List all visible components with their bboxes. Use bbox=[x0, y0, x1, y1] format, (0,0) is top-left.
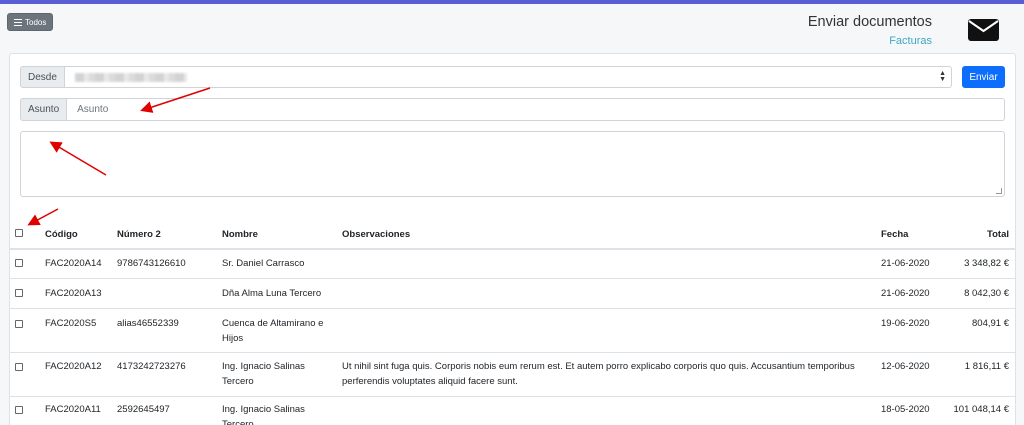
cell-nombre: Ing. Ignacio Salinas Tercero bbox=[222, 361, 305, 387]
todos-button[interactable]: Todos bbox=[7, 13, 54, 31]
row-checkbox[interactable] bbox=[15, 320, 23, 328]
asunto-label: Asunto bbox=[20, 98, 68, 121]
asunto-row: Asunto Asunto bbox=[20, 98, 1005, 121]
cell-nombre: Sr. Daniel Carrasco bbox=[222, 258, 305, 269]
cell-fecha: 21-06-2020 bbox=[881, 288, 930, 299]
select-all-checkbox[interactable] bbox=[15, 229, 23, 237]
enviar-button[interactable]: Enviar bbox=[962, 66, 1005, 88]
select-arrows-icon: ▲ ▼ bbox=[939, 70, 946, 83]
message-textarea[interactable] bbox=[20, 131, 1005, 197]
row-divider bbox=[9, 278, 1016, 279]
cell-fecha: 21-06-2020 bbox=[881, 258, 930, 269]
row-divider bbox=[9, 352, 1016, 353]
cell-numero2: 2592645497 bbox=[117, 404, 170, 415]
col-nombre[interactable]: Nombre bbox=[222, 229, 258, 240]
cell-fecha: 19-06-2020 bbox=[881, 318, 930, 329]
cell-codigo[interactable]: FAC2020A13 bbox=[45, 286, 102, 301]
row-divider bbox=[9, 308, 1016, 309]
cell-codigo[interactable]: FAC2020A12 bbox=[45, 359, 102, 374]
cell-observaciones: Ut nihil sint fuga quis. Corporis nobis … bbox=[342, 361, 855, 387]
row-checkbox[interactable] bbox=[15, 289, 23, 297]
redacted-sender bbox=[74, 73, 187, 82]
cell-numero2: alias46552339 bbox=[117, 318, 179, 329]
page-subtitle[interactable]: Facturas bbox=[889, 35, 932, 47]
col-total[interactable]: Total bbox=[950, 229, 1009, 240]
header-divider bbox=[9, 248, 1016, 250]
col-fecha[interactable]: Fecha bbox=[881, 229, 908, 240]
cell-numero2: 9786743126610 bbox=[117, 258, 186, 269]
cell-total: 3 348,82 € bbox=[964, 258, 1009, 269]
row-checkbox[interactable] bbox=[15, 406, 23, 414]
cell-codigo[interactable]: FAC2020A14 bbox=[45, 256, 102, 271]
resize-grip-icon[interactable] bbox=[996, 188, 1002, 194]
cell-total: 8 042,30 € bbox=[964, 288, 1009, 299]
cell-total: 804,91 € bbox=[972, 318, 1009, 329]
col-codigo[interactable]: Código bbox=[45, 229, 78, 240]
cell-total: 1 816,11 € bbox=[964, 361, 1009, 372]
cell-nombre: Cuenca de Altamirano e Hijos bbox=[222, 318, 324, 344]
row-checkbox[interactable] bbox=[15, 259, 23, 267]
col-observaciones[interactable]: Observaciones bbox=[342, 229, 410, 240]
desde-row: Desde ▲ ▼ bbox=[20, 66, 952, 88]
desde-select[interactable]: ▲ ▼ bbox=[64, 66, 952, 88]
cell-codigo[interactable]: FAC2020A11 bbox=[45, 402, 101, 417]
top-accent-bar bbox=[0, 0, 1024, 4]
cell-nombre: Ing. Ignacio Salinas Tercero bbox=[222, 404, 305, 425]
page-title: Enviar documentos bbox=[807, 14, 932, 30]
col-numero2[interactable]: Número 2 bbox=[117, 229, 161, 240]
cell-codigo[interactable]: FAC2020S5 bbox=[45, 316, 96, 331]
cell-fecha: 12-06-2020 bbox=[881, 361, 930, 372]
row-divider bbox=[9, 396, 1016, 397]
desde-label: Desde bbox=[20, 66, 65, 88]
cell-numero2: 4173242723276 bbox=[117, 361, 186, 372]
asunto-input[interactable]: Asunto bbox=[67, 98, 1005, 121]
todos-label: Todos bbox=[25, 17, 47, 27]
cell-nombre: Dña Alma Luna Tercero bbox=[222, 288, 322, 299]
envelope-icon bbox=[968, 19, 999, 41]
cell-total: 101 048,14 € bbox=[953, 404, 1009, 415]
row-checkbox[interactable] bbox=[15, 363, 23, 371]
cell-fecha: 18-05-2020 bbox=[881, 404, 930, 415]
list-icon bbox=[14, 18, 22, 26]
